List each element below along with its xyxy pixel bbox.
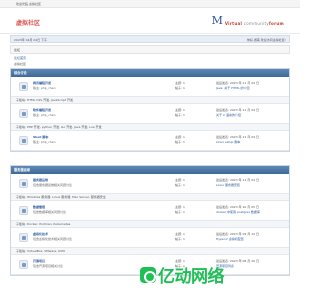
brand-word-2: community (243, 21, 270, 26)
info-bar: 2023年 04月 04日 下午 你好,游客 欢迎访问虚拟社区! (10, 35, 290, 43)
nav-line[interactable]: 虚拟社区 (14, 62, 26, 66)
subforum-list[interactable]: 子板块: HTML CSS 开发, JavaScript 开发 (11, 97, 289, 104)
subforum-list[interactable]: 子板块: Docker, Podman, Kubernetes (11, 221, 289, 228)
forum-icon (19, 82, 28, 91)
breadcrumb[interactable]: 论坛首页 (14, 56, 26, 60)
forum-name[interactable]: 数据管理 (33, 205, 45, 209)
last-post-title[interactable]: Linux 服务器安装 (216, 183, 288, 188)
post-count: 帖子: 1 (175, 183, 185, 187)
forum-name[interactable]: 软件编程开发 (33, 108, 51, 112)
brand-wordmark: Virtual communityforum (225, 21, 284, 26)
last-post-title[interactable]: Hyper-V 虚拟机配置 (216, 237, 288, 242)
subforum-list[interactable]: 子板块: VirtualBox, VMware, KVM (11, 248, 289, 255)
post-count: 帖子: 1 (175, 237, 185, 241)
forum-name[interactable]: 开源项目 (33, 259, 45, 263)
forum-icon (19, 206, 28, 215)
forum-icon (19, 136, 28, 145)
forum-row[interactable]: 服务器运维 包含服务器运维相关问题讨论 主题: 1 帖子: 1 最后发表: 202… (11, 174, 289, 194)
brand-logo[interactable]: M Virtual communityforum (212, 15, 284, 26)
forum-stats: 主题: 1 帖子: 1 (175, 135, 185, 145)
post-count: 帖子: 1 (175, 210, 185, 214)
forum-desc: 版主: php_chen (33, 140, 56, 144)
forum-name[interactable]: 虚拟化技术 (33, 232, 48, 236)
forum-desc: 包含开源项目相关讨论 (33, 264, 64, 268)
forum-row[interactable]: Shell 脚本 版主: php_chen 主题: 1 帖子: 1 最后发表: 2… (11, 131, 289, 151)
forum-desc: 包含虚拟化技术相关问题讨论 (33, 237, 73, 241)
last-post: 最后发表: 2023 年 11 月 04 日 Linux 服务器安装 (216, 178, 288, 188)
top-links[interactable]: 欢迎光临 虚拟社区 (16, 2, 41, 6)
subforum-list[interactable]: 子板块: Windows 服务器, Linux 服务器, Mac Server,… (11, 194, 289, 201)
forum-title: 论坛 (14, 48, 21, 52)
last-post: 最后发表: 2023 年 08 月 20 日开源项目列表 (216, 259, 288, 269)
forum-name[interactable]: Shell 脚本 (33, 135, 48, 139)
last-post: 最后发表: 2023 年 10 月 05 日 docker 中使用 postgre… (216, 205, 288, 215)
current-date: 2023年 04月 04日 下午 (14, 37, 48, 42)
last-post: 最后发表: 2023 年 09 月 12 日 Hyper-V 虚拟机配置 (216, 232, 288, 242)
last-post-title[interactable]: 关于 C 语言的介绍 (216, 113, 288, 118)
last-post: 最后发表: 2023 年 11 月 04 日 Linux setup 脚本 (216, 135, 288, 145)
watermark: 亿动网络 (140, 262, 225, 287)
last-post-title[interactable]: Linux setup 脚本 (216, 140, 288, 145)
site-header: 虚拟社区 M Virtual communityforum (0, 8, 300, 34)
forum-desc: 版主: php_chen (33, 86, 56, 90)
section-header[interactable]: 综合讨论 (11, 69, 289, 77)
subforum-list[interactable]: 子板块: PHP 开发, python 开发, Go 开发, Java 开发, … (11, 124, 289, 131)
forum-icon (19, 233, 28, 242)
post-count: 帖子: 1 (175, 86, 185, 90)
forum-title-row: 论坛 (10, 45, 290, 54)
forum-stats: 主题: 1 帖子: 1 (175, 205, 185, 215)
forum-stats: 主题: 1 帖子: 1 (175, 232, 185, 242)
forum-row[interactable]: 网页编程开发 版主: php_chen 主题: 1 帖子: 1 最后发表: 202… (11, 77, 289, 97)
watermark-text: 亿动网络 (158, 267, 225, 287)
forum-row[interactable]: 数据管理 包含数据库相关问题讨论 主题: 1 帖子: 1 最后发表: 2023 年… (11, 201, 289, 221)
section-header[interactable]: 服务器运维 (11, 166, 289, 174)
forum-icon (19, 109, 28, 118)
last-post: 最后发表: 2023 年 11 月 04 日 Java: 关于 HTML 的介绍 (216, 81, 288, 91)
forum-icon (19, 179, 28, 188)
brand-word-3: forum (269, 21, 284, 26)
section-ops: 服务器运维 服务器运维 包含服务器运维相关问题讨论 主题: 1 帖子: 1 最后发… (10, 165, 290, 276)
forum-icon (19, 260, 28, 269)
forum-desc: 包含数据库相关问题讨论 (33, 210, 67, 214)
welcome-text[interactable]: 你好,游客 欢迎访问虚拟社区! (247, 38, 286, 42)
last-post: 最后发表: 2023 年 11 月 04 日关于 C 语言的介绍 (216, 108, 288, 118)
section-general: 综合讨论 网页编程开发 版主: php_chen 主题: 1 帖子: 1 最后发表… (10, 68, 290, 152)
forum-row[interactable]: 虚拟化技术 包含虚拟化技术相关问题讨论 主题: 1 帖子: 1 最后发表: 202… (11, 228, 289, 248)
forum-row[interactable]: 软件编程开发 版主: php_chen 主题: 1 帖子: 1 最后发表: 202… (11, 104, 289, 124)
top-bar: 欢迎光临 虚拟社区 (0, 0, 300, 8)
forum-name[interactable]: 网页编程开发 (33, 81, 51, 85)
site-name[interactable]: 虚拟社区 (16, 18, 40, 27)
forum-stats: 主题: 1 帖子: 1 (175, 178, 185, 188)
brand-mark: M (211, 14, 223, 27)
brand-word-1: Virtual (224, 21, 243, 26)
forum-desc: 包含服务器运维相关问题讨论 (33, 183, 73, 187)
watermark-logo-icon (140, 266, 156, 283)
last-post-title[interactable]: Java: 关于 HTML 的介绍 (216, 86, 288, 91)
forum-stats: 主题: 1 帖子: 1 (175, 81, 185, 91)
forum-desc: 版主: php_chen (33, 113, 56, 117)
post-count: 帖子: 1 (175, 113, 185, 117)
forum-stats: 主题: 1 帖子: 1 (175, 108, 185, 118)
last-post-title[interactable]: docker 中使用 postgres 数据库 (216, 210, 288, 215)
post-count: 帖子: 1 (175, 140, 185, 144)
forum-name[interactable]: 服务器运维 (33, 178, 48, 182)
last-post-title[interactable]: 开源项目列表 (216, 264, 288, 269)
